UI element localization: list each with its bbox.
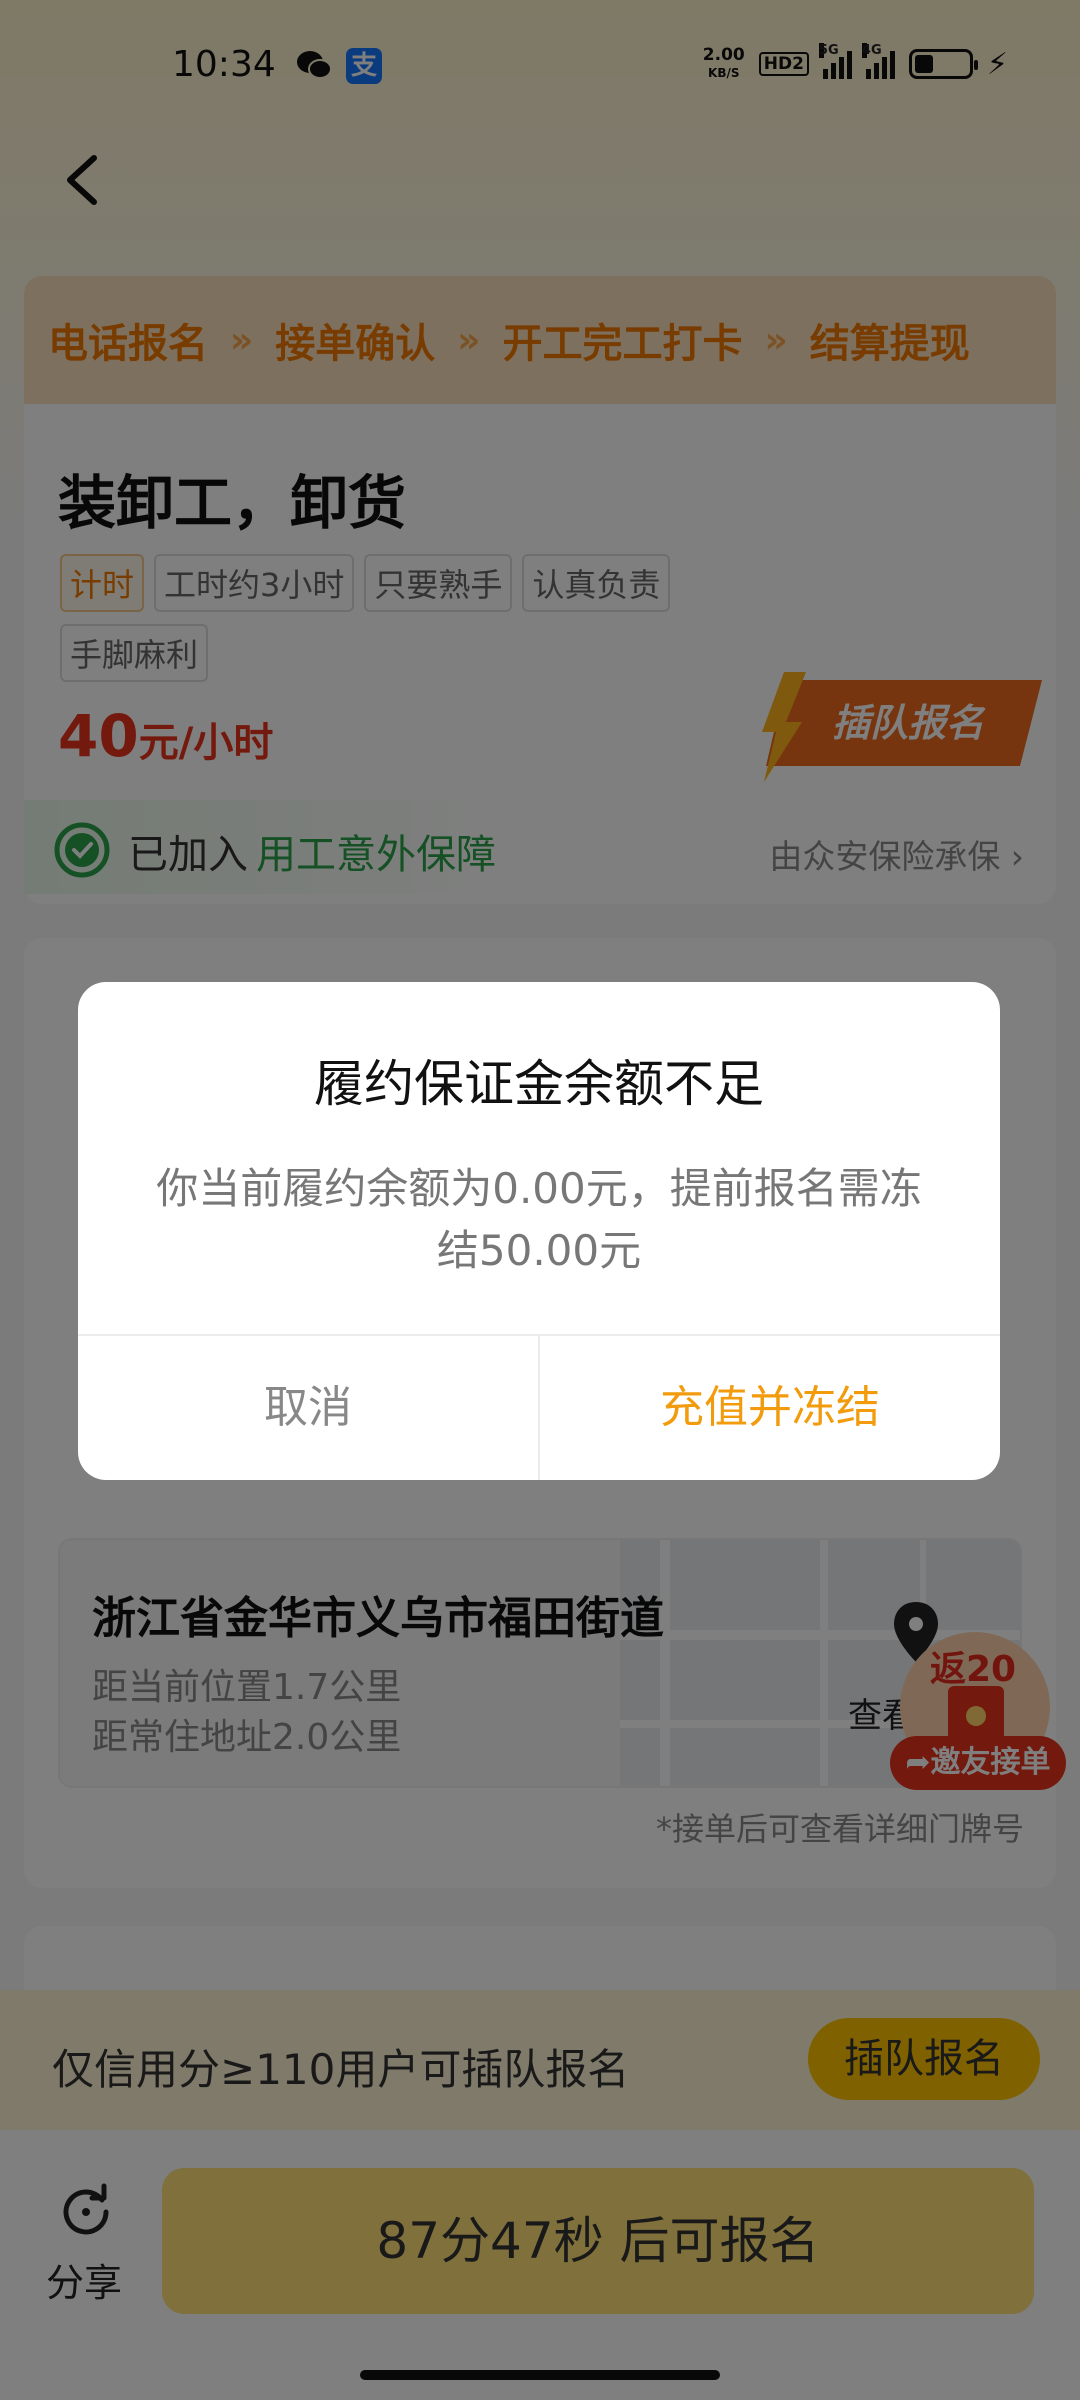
dialog-message: 你当前履约余额为0.00元，提前报名需冻结50.00元 [156,1164,922,1275]
dialog-title: 履约保证金余额不足 [314,1055,764,1113]
cancel-button[interactable]: 取消 [78,1336,538,1480]
job-detail-page: 10:34 支 2.00 KB/S HD2 5G 4G ⚡ [0,0,1080,2400]
recharge-freeze-button[interactable]: 充值并冻结 [540,1336,1000,1480]
insufficient-deposit-dialog: 履约保证金余额不足 你当前履约余额为0.00元，提前报名需冻结50.00元 取消… [78,982,1000,1480]
